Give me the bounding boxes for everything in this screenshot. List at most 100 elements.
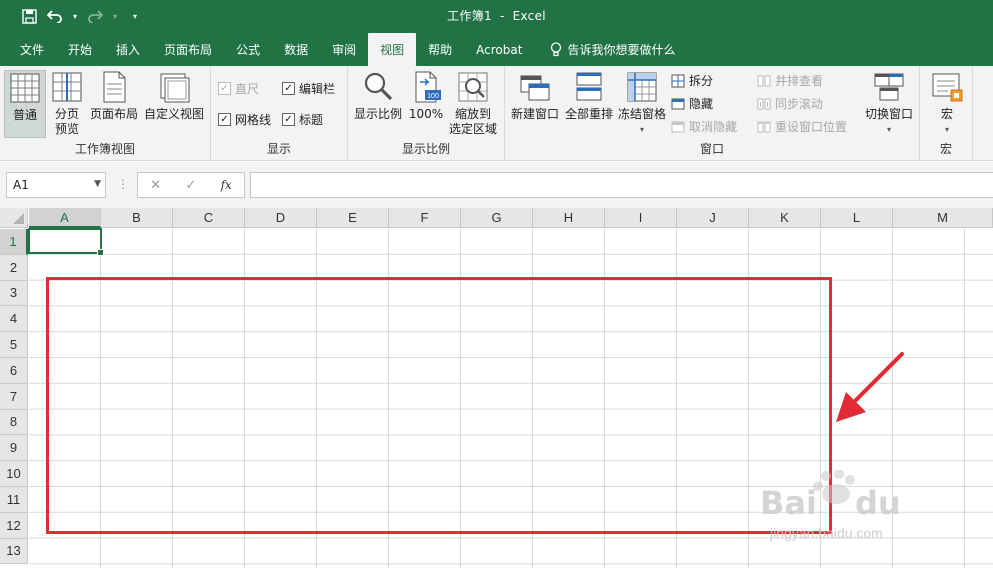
unhide-window-icon: [671, 121, 685, 132]
headings-label: 标题: [299, 113, 324, 127]
freeze-panes-button[interactable]: 冻结窗格 ▾: [616, 70, 668, 137]
tab-insert[interactable]: 插入: [104, 33, 152, 66]
row-header-13[interactable]: 13: [0, 538, 28, 565]
switch-windows-label: 切换窗口: [864, 107, 913, 121]
tab-page-layout[interactable]: 页面布局: [152, 33, 224, 66]
row-header-8[interactable]: 8: [0, 409, 28, 436]
macros-button[interactable]: 宏 ▾: [928, 70, 966, 137]
sync-scroll-button[interactable]: 同步滚动: [757, 95, 823, 112]
split-button[interactable]: 拆分: [671, 72, 713, 89]
unhide-button[interactable]: 取消隐藏: [671, 118, 737, 135]
column-header-j[interactable]: J: [677, 208, 749, 228]
split-label: 拆分: [689, 74, 714, 88]
page-layout-view-button[interactable]: 页面布局: [89, 70, 139, 122]
page-break-preview-button[interactable]: 分页 预览: [50, 70, 84, 137]
tab-formulas[interactable]: 公式: [224, 33, 272, 66]
ribbon-tabs: 文件 开始 插入 页面布局 公式 数据 审阅 视图 帮助 Acrobat 告诉我…: [0, 33, 993, 66]
custom-views-label: 自定义视图: [143, 107, 204, 121]
checkmark-icon: ✓: [282, 113, 295, 126]
gridlines-checkbox[interactable]: ✓ 网格线: [218, 111, 271, 128]
view-side-by-side-button[interactable]: 并排查看: [757, 72, 823, 89]
row-header-1[interactable]: 1: [0, 229, 28, 255]
new-window-label: 新建窗口: [510, 107, 559, 121]
tab-acrobat[interactable]: Acrobat: [464, 33, 534, 66]
new-window-button[interactable]: 新建窗口: [509, 70, 561, 122]
tab-data[interactable]: 数据: [272, 33, 320, 66]
column-header-b[interactable]: B: [101, 208, 173, 228]
column-header-m[interactable]: M: [893, 208, 993, 228]
hide-label: 隐藏: [689, 97, 714, 111]
tell-me-box[interactable]: 告诉我你想要做什么: [538, 33, 687, 66]
tab-review[interactable]: 审阅: [320, 33, 368, 66]
macros-icon: [932, 73, 963, 102]
magnifier-icon: [364, 72, 393, 101]
sync-scroll-icon: [757, 98, 771, 109]
zoom-to-selection-button[interactable]: 缩放到 选定区域: [447, 70, 499, 137]
column-header-d[interactable]: D: [245, 208, 317, 228]
freeze-panes-icon: [627, 72, 657, 102]
column-header-l[interactable]: L: [821, 208, 893, 228]
page-layout-view-icon: [103, 71, 126, 103]
group-label-show: 显示: [266, 142, 291, 156]
group-label-workbook-views: 工作簿视图: [74, 142, 135, 156]
column-header-g[interactable]: G: [461, 208, 533, 228]
freeze-panes-dropdown-icon: ▾: [639, 125, 644, 134]
active-cell-a1[interactable]: [28, 228, 104, 256]
arrange-all-icon: [576, 72, 602, 101]
row-header-2[interactable]: 2: [0, 254, 28, 281]
reset-window-position-label: 重设窗口位置: [775, 120, 848, 134]
confirm-icon[interactable]: ✓: [185, 178, 196, 193]
tab-help[interactable]: 帮助: [416, 33, 464, 66]
row-header-9[interactable]: 9: [0, 435, 28, 462]
tab-home[interactable]: 开始: [56, 33, 104, 66]
column-header-i[interactable]: I: [605, 208, 677, 228]
normal-view-button[interactable]: 普通: [4, 70, 46, 138]
custom-views-button[interactable]: 自定义视图: [143, 70, 205, 122]
column-header-a[interactable]: A: [29, 208, 101, 228]
switch-windows-button[interactable]: 切换窗口 ▾: [861, 70, 917, 137]
title-separator: -: [499, 9, 505, 23]
row-header-7[interactable]: 7: [0, 383, 28, 410]
tab-view[interactable]: 视图: [368, 33, 417, 66]
formula-input[interactable]: [250, 172, 993, 198]
normal-view-icon: [10, 73, 40, 103]
baidu-watermark-url: jingyan.baidu.com: [770, 525, 883, 541]
row-header-11[interactable]: 11: [0, 487, 28, 513]
reset-window-position-button[interactable]: 重设窗口位置: [757, 118, 847, 135]
row-header-5[interactable]: 5: [0, 332, 28, 358]
row-header-3[interactable]: 3: [0, 280, 28, 307]
zoom-button[interactable]: 显示比例: [352, 70, 404, 122]
row-header-6[interactable]: 6: [0, 358, 28, 384]
column-header-k[interactable]: K: [749, 208, 821, 228]
switch-windows-dropdown-icon: ▾: [886, 125, 891, 134]
zoom-100-button[interactable]: 100 100%: [408, 70, 444, 122]
name-box[interactable]: A1 ▼: [6, 172, 106, 198]
column-header-h[interactable]: H: [533, 208, 605, 228]
formula-bar-label: 编辑栏: [299, 82, 336, 96]
arrange-all-button[interactable]: 全部重排: [563, 70, 615, 122]
baidu-watermark-logo: Bai du: [760, 470, 901, 522]
chevron-down-icon[interactable]: ▼: [94, 179, 101, 189]
select-all-button[interactable]: [0, 208, 28, 228]
ruler-checkbox[interactable]: ✓ 直尺: [218, 80, 259, 97]
insert-function-button[interactable]: fx: [221, 178, 232, 192]
column-header-f[interactable]: F: [389, 208, 461, 228]
row-header-12[interactable]: 12: [0, 512, 28, 539]
view-side-by-side-label: 并排查看: [775, 74, 824, 88]
zoom-label: 显示比例: [353, 107, 402, 121]
column-header-e[interactable]: E: [317, 208, 389, 228]
row-header-4[interactable]: 4: [0, 306, 28, 333]
column-header-c[interactable]: C: [173, 208, 245, 228]
headings-checkbox[interactable]: ✓ 标题: [282, 111, 323, 128]
group-window: 新建窗口 全部重排 冻结窗格 ▾ 拆分 隐藏 取消隐藏 并排查看 同步滚动 重设…: [505, 66, 920, 161]
row-header-10[interactable]: 10: [0, 461, 28, 487]
lightbulb-icon: [551, 42, 562, 57]
formula-bar-checkbox[interactable]: ✓ 编辑栏: [282, 80, 335, 97]
tab-file[interactable]: 文件: [8, 33, 56, 66]
formula-bar-resize-handle[interactable]: ⋮: [117, 177, 129, 191]
group-workbook-views: 普通 分页 预览 页面布局 自定义视图 工作簿视图: [0, 66, 211, 161]
hide-button[interactable]: 隐藏: [671, 95, 713, 112]
unhide-label: 取消隐藏: [689, 120, 738, 134]
cancel-icon[interactable]: ✕: [150, 178, 161, 193]
svg-text:du: du: [855, 484, 901, 522]
